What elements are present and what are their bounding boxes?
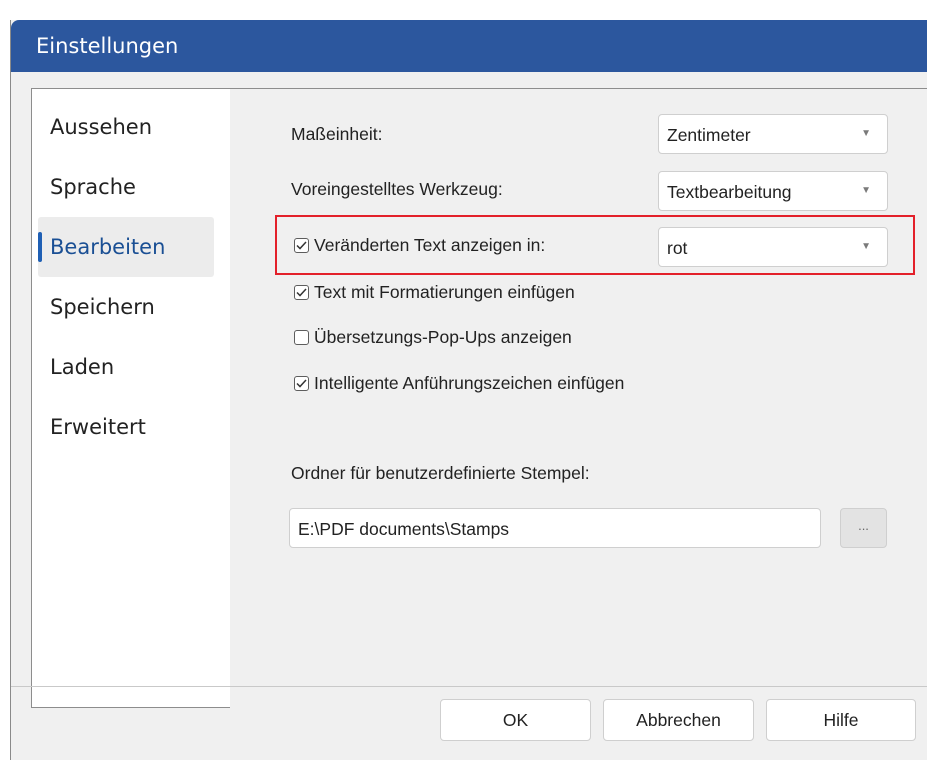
translation-popups-checkbox[interactable] [294, 330, 309, 345]
cancel-button[interactable]: Abbrechen [603, 699, 754, 741]
footer-divider [11, 686, 927, 687]
changed-text-label: Veränderten Text anzeigen in: [314, 235, 546, 255]
chevron-down-icon: ▼ [861, 128, 871, 139]
sidebar-item-speichern[interactable]: Speichern [38, 277, 214, 337]
sidebar-item-laden[interactable]: Laden [38, 337, 214, 397]
sidebar: Aussehen Sprache Bearbeiten Speichern La… [31, 88, 231, 708]
stamps-folder-value: E:\PDF documents\Stamps [298, 519, 510, 539]
help-button[interactable]: Hilfe [766, 699, 916, 741]
browse-button[interactable]: ... [840, 508, 887, 548]
settings-panel: Maßeinheit: Zentimeter ▼ Voreingestellte… [230, 88, 927, 708]
sidebar-item-bearbeiten[interactable]: Bearbeiten [38, 217, 214, 277]
smart-quotes-option: Intelligente Anführungszeichen einfügen [294, 373, 624, 394]
translation-popups-option: Übersetzungs-Pop-Ups anzeigen [294, 327, 572, 348]
stamps-folder-label: Ordner für benutzerdefinierte Stempel: [291, 463, 590, 483]
changed-text-checkbox[interactable] [294, 238, 309, 253]
translation-popups-label: Übersetzungs-Pop-Ups anzeigen [314, 327, 572, 347]
sidebar-item-sprache[interactable]: Sprache [38, 157, 214, 217]
paste-formatting-option: Text mit Formatierungen einfügen [294, 282, 575, 303]
smart-quotes-label: Intelligente Anführungszeichen einfügen [314, 373, 625, 393]
unit-label: Maßeinheit: [291, 124, 383, 144]
paste-formatting-label: Text mit Formatierungen einfügen [314, 282, 575, 302]
checkmark-icon [296, 241, 307, 250]
checkmark-icon [296, 379, 307, 388]
ok-button[interactable]: OK [440, 699, 591, 741]
default-tool-dropdown[interactable]: Textbearbeitung ▼ [658, 171, 888, 211]
smart-quotes-checkbox[interactable] [294, 376, 309, 391]
window-title: Einstellungen [36, 34, 179, 58]
title-bar: Einstellungen [11, 20, 927, 72]
checkmark-icon [296, 288, 307, 297]
changed-text-option: Veränderten Text anzeigen in: [294, 235, 545, 256]
unit-dropdown-value: Zentimeter [667, 125, 751, 145]
changed-text-color-value: rot [667, 238, 688, 258]
changed-text-color-dropdown[interactable]: rot ▼ [658, 227, 888, 267]
sidebar-item-aussehen[interactable]: Aussehen [38, 97, 214, 157]
default-tool-label: Voreingestelltes Werkzeug: [291, 179, 503, 199]
default-tool-dropdown-value: Textbearbeitung [667, 182, 792, 202]
paste-formatting-checkbox[interactable] [294, 285, 309, 300]
chevron-down-icon: ▼ [861, 241, 871, 252]
unit-dropdown[interactable]: Zentimeter ▼ [658, 114, 888, 154]
settings-dialog: Einstellungen Aussehen Sprache Bearbeite… [10, 20, 927, 760]
stamps-folder-input[interactable]: E:\PDF documents\Stamps [289, 508, 821, 548]
sidebar-item-erweitert[interactable]: Erweitert [38, 397, 214, 457]
chevron-down-icon: ▼ [861, 185, 871, 196]
